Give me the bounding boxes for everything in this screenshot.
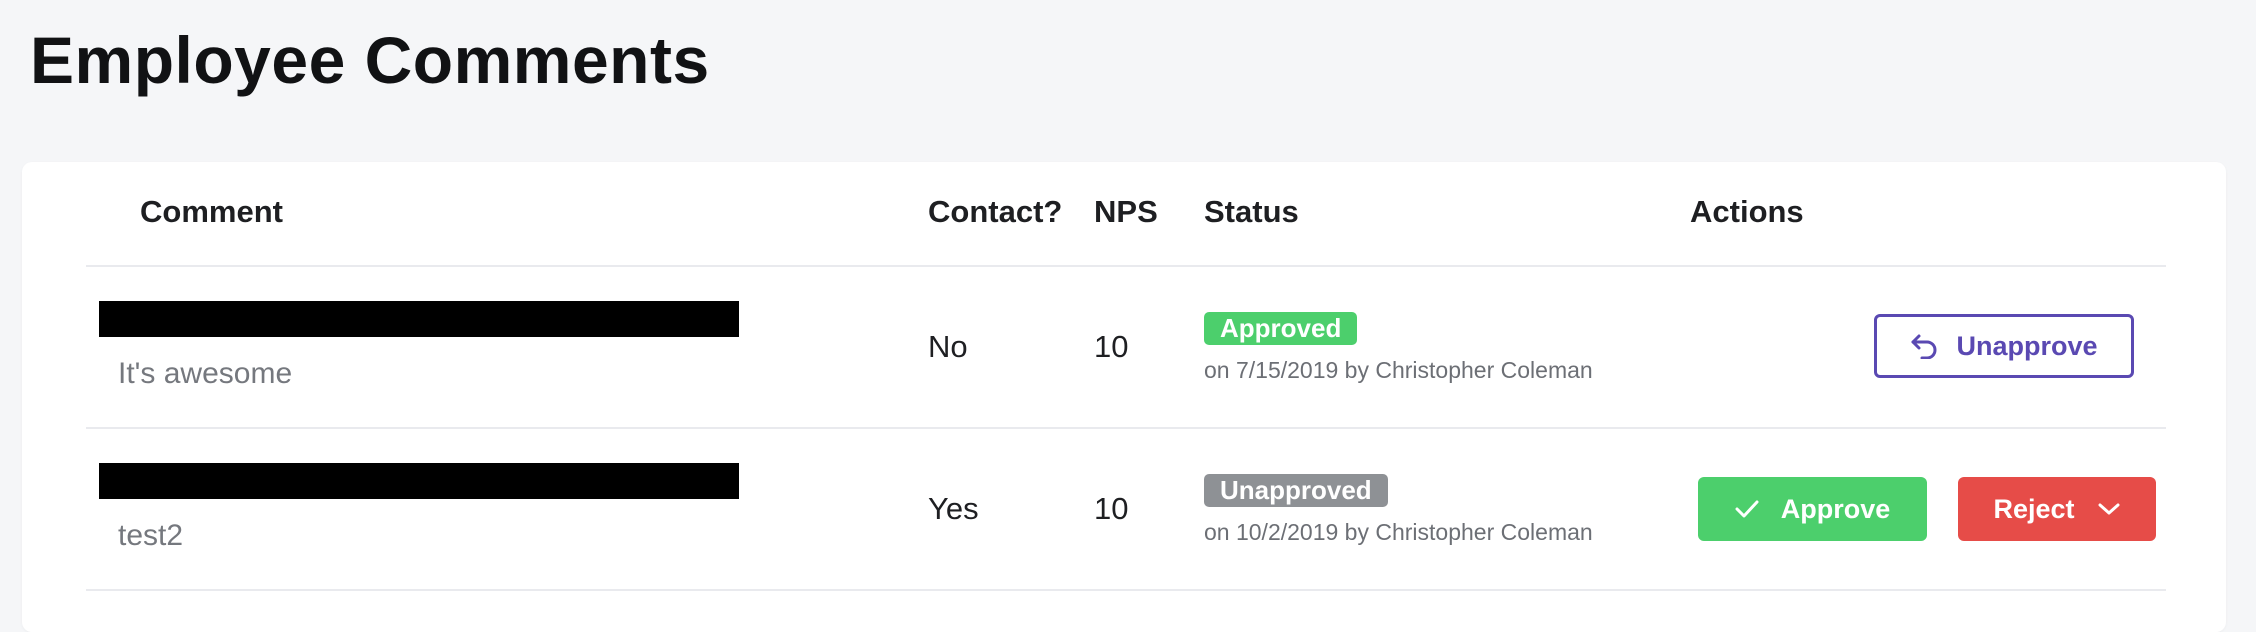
redacted-block (99, 463, 739, 499)
table-row: It's awesome No 10 Approved on 7/15/2019… (86, 267, 2166, 429)
check-icon (1735, 499, 1759, 519)
table-row: test2 Yes 10 Unapproved on 10/2/2019 by … (86, 429, 2166, 591)
column-header-status: Status (1204, 194, 1299, 229)
comment-text: It's awesome (118, 357, 293, 390)
column-header-contact: Contact? (928, 194, 1063, 229)
table-header: Comment Contact? NPS Status Actions (86, 162, 2166, 267)
status-meta: on 10/2/2019 by Christopher Coleman (1204, 519, 1593, 545)
status-badge: Approved (1204, 312, 1358, 345)
page-title: Employee Comments (30, 23, 710, 97)
unapprove-button[interactable]: Unapprove (1874, 314, 2134, 378)
nps-value: 10 (1094, 329, 1129, 364)
chevron-down-icon (2097, 501, 2121, 517)
comments-card: Comment Contact? NPS Status Actions It's… (22, 162, 2226, 632)
nps-value: 10 (1094, 491, 1129, 526)
redacted-block (99, 301, 739, 337)
contact-value: No (928, 329, 968, 364)
approve-label: Approve (1780, 493, 1891, 524)
column-header-actions: Actions (1690, 194, 1804, 229)
column-header-nps: NPS (1094, 194, 1158, 229)
comments-table: Comment Contact? NPS Status Actions It's… (86, 162, 2166, 591)
reject-button[interactable]: Reject (1958, 477, 2156, 541)
status-meta: on 7/15/2019 by Christopher Coleman (1204, 357, 1593, 383)
comment-text: test2 (118, 519, 184, 552)
column-header-comment: Comment (140, 194, 283, 229)
unapprove-label: Unapprove (1956, 330, 2098, 361)
reject-label: Reject (1993, 493, 2075, 524)
approve-button[interactable]: Approve (1698, 477, 1927, 541)
undo-arrow-icon (1910, 333, 1938, 359)
contact-value: Yes (928, 491, 979, 526)
status-badge: Unapproved (1204, 474, 1388, 507)
